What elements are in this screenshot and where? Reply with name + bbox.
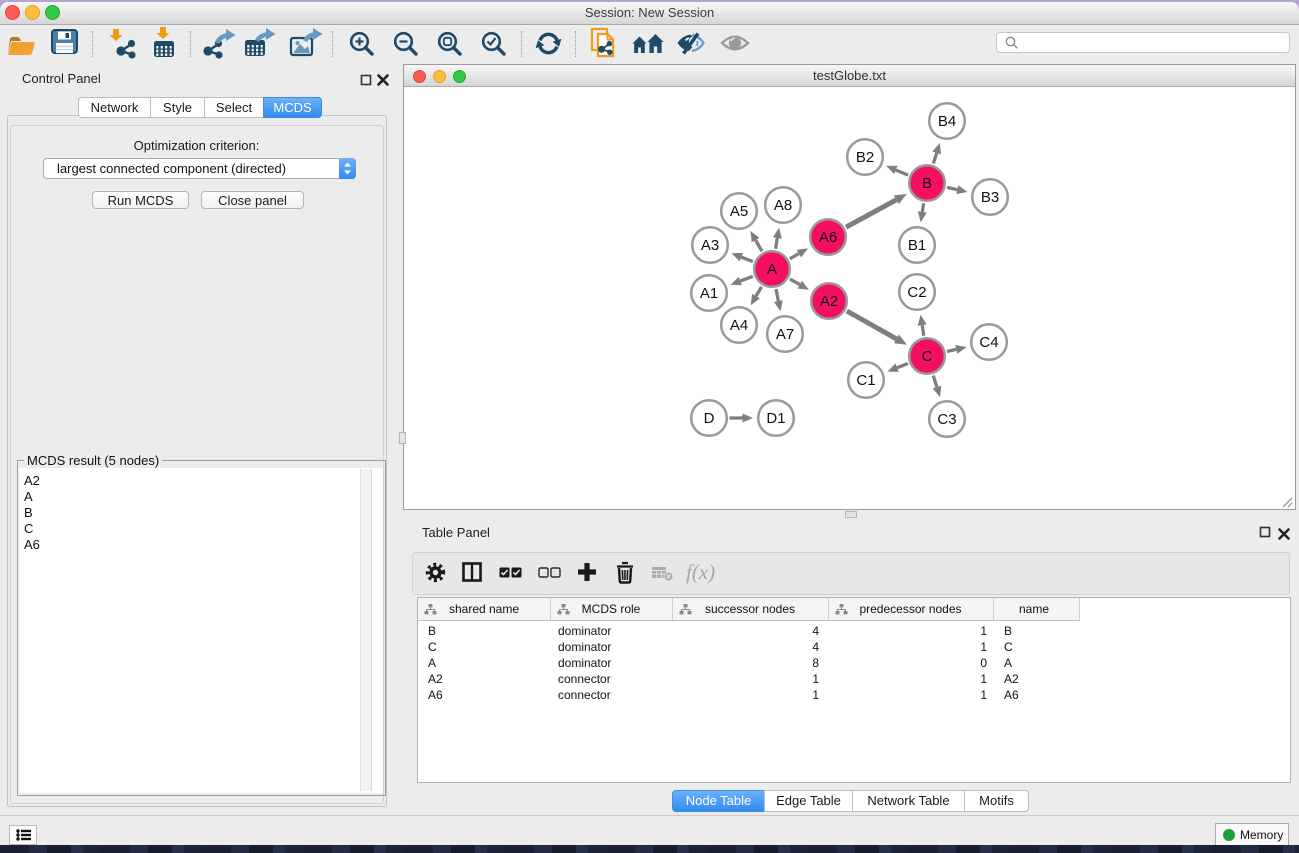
svg-text:A3: A3 — [701, 237, 719, 254]
svg-text:B1: B1 — [908, 237, 926, 254]
svg-text:D1: D1 — [766, 410, 785, 427]
svg-text:C: C — [922, 348, 933, 365]
svg-text:B: B — [922, 175, 932, 192]
svg-text:A: A — [767, 261, 777, 278]
svg-text:A1: A1 — [700, 285, 718, 302]
svg-text:C1: C1 — [856, 372, 875, 389]
svg-text:B3: B3 — [981, 189, 999, 206]
svg-text:A6: A6 — [819, 229, 837, 246]
svg-text:B2: B2 — [856, 149, 874, 166]
svg-text:C4: C4 — [979, 334, 998, 351]
svg-text:C3: C3 — [937, 411, 956, 428]
svg-text:A7: A7 — [776, 326, 794, 343]
svg-text:B4: B4 — [938, 113, 956, 130]
svg-text:A4: A4 — [730, 317, 748, 334]
svg-text:A8: A8 — [774, 197, 792, 214]
svg-text:D: D — [704, 410, 715, 427]
svg-text:A5: A5 — [730, 203, 748, 220]
svg-text:C2: C2 — [907, 284, 926, 301]
svg-text:A2: A2 — [820, 293, 838, 310]
